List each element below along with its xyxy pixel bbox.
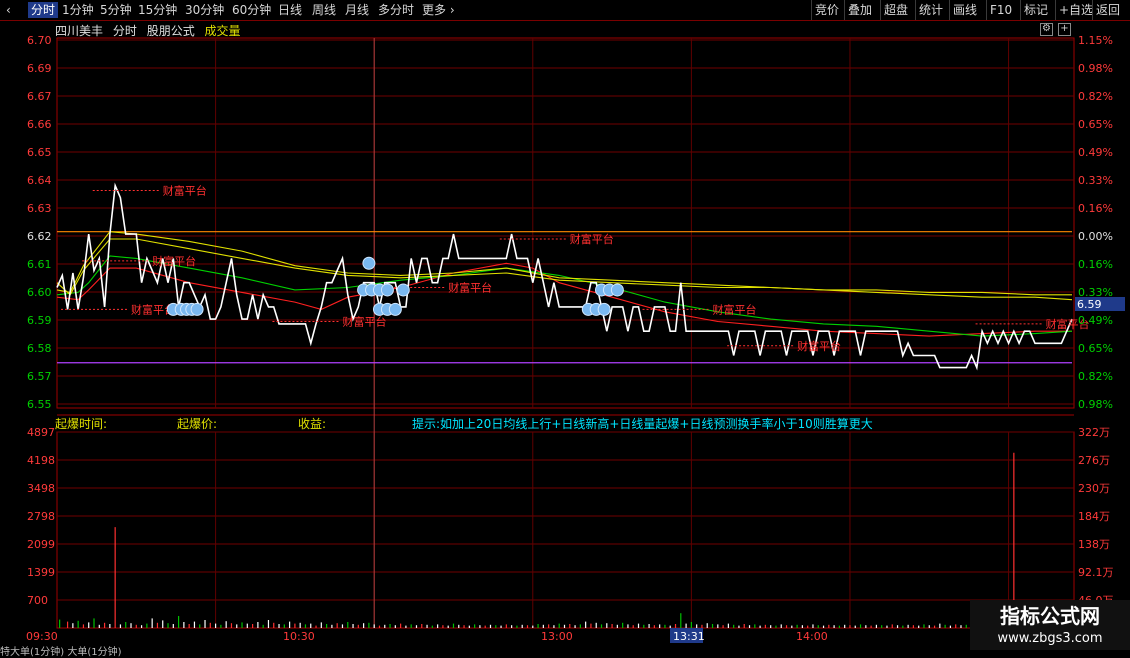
current-price-label: 6.59 bbox=[1077, 298, 1102, 311]
price-tick-right: 1.15% bbox=[1078, 34, 1113, 47]
price-tick-right: 0.16% bbox=[1078, 202, 1113, 215]
bottom-legend: 特大单(1分钟) 大单(1分钟) bbox=[0, 647, 122, 658]
watermark-url: www.zbgs3.com bbox=[997, 631, 1103, 646]
price-tick-right: 0.82% bbox=[1078, 90, 1113, 103]
price-tick-left: 6.65 bbox=[27, 146, 52, 159]
time-tick: 14:00 bbox=[796, 630, 828, 643]
volume-tick-right: 322万 bbox=[1078, 426, 1110, 439]
series-ma_a bbox=[56, 231, 1073, 301]
volume-tick-right: 276万 bbox=[1078, 454, 1110, 467]
price-tick-right: 0.00% bbox=[1078, 230, 1113, 243]
volume-tick-right: 92.1万 bbox=[1078, 566, 1114, 579]
volume-tick-left: 2099 bbox=[27, 538, 55, 551]
platform-label: 财富平台 bbox=[152, 254, 196, 268]
signal-marker bbox=[190, 302, 204, 316]
volume-tick-right: 184万 bbox=[1078, 510, 1110, 523]
trigger-price-label: 起爆价: bbox=[177, 417, 217, 431]
price-tick-right: 0.49% bbox=[1078, 146, 1113, 159]
platform-label: 财富平台 bbox=[570, 232, 614, 246]
platform-label: 财富平台 bbox=[163, 183, 207, 197]
time-tick: 13:00 bbox=[541, 630, 573, 643]
price-tick-left: 6.63 bbox=[27, 202, 52, 215]
volume-tick-left: 1399 bbox=[27, 566, 55, 579]
price-panel-frame bbox=[56, 37, 1075, 409]
series-ma_green bbox=[56, 255, 1073, 337]
signal-marker bbox=[388, 302, 402, 316]
price-tick-left: 6.67 bbox=[27, 90, 52, 103]
price-tick-left: 6.69 bbox=[27, 62, 52, 75]
price-tick-right: 0.16% bbox=[1078, 258, 1113, 271]
platform-label: 财富平台 bbox=[448, 281, 492, 295]
platform-label: 财富平台 bbox=[797, 339, 841, 353]
volume-tick-right: 138万 bbox=[1078, 538, 1110, 551]
price-tick-right: 0.98% bbox=[1078, 62, 1113, 75]
signal-marker bbox=[396, 283, 410, 297]
series-group bbox=[56, 182, 1073, 371]
price-tick-left: 6.64 bbox=[27, 174, 52, 187]
price-tick-left: 6.66 bbox=[27, 118, 52, 131]
signal-marker bbox=[597, 302, 611, 316]
platform-label: 财富平台 bbox=[342, 314, 386, 328]
volume-tick-left: 4198 bbox=[27, 454, 55, 467]
axis-labels: 6.70 1.15% 6.69 0.98% 6.67 0.82% 6.66 0.65% 6.65… bbox=[26, 34, 1114, 643]
volume-tick-right: 230万 bbox=[1078, 482, 1110, 495]
price-tick-left: 6.59 bbox=[27, 314, 52, 327]
volume-tick-left: 2798 bbox=[27, 510, 55, 523]
profit-label: 收益: bbox=[298, 417, 326, 431]
price-tick-right: 0.65% bbox=[1078, 342, 1113, 355]
cursor-time-label: 13:31 bbox=[673, 630, 705, 643]
price-tick-left: 6.61 bbox=[27, 258, 52, 271]
price-tick-right: 0.98% bbox=[1078, 398, 1113, 411]
time-tick: 10:30 bbox=[283, 630, 315, 643]
price-tick-left: 6.55 bbox=[27, 398, 52, 411]
volume-tick-left: 3498 bbox=[27, 482, 55, 495]
volume-bars bbox=[59, 452, 1026, 628]
site-watermark: 指标公式网 www.zbgs3.com bbox=[970, 600, 1130, 650]
platform-label: 财富平台 bbox=[713, 302, 757, 316]
watermark-title: 指标公式网 bbox=[1000, 604, 1100, 628]
tip-text: 提示:如加上20日均线上行+日线新高+日线量起爆+日线预测换手率小于10则胜算更… bbox=[412, 416, 873, 431]
price-tick-left: 6.57 bbox=[27, 370, 52, 383]
price-tick-right: 0.33% bbox=[1078, 174, 1113, 187]
series-ma_red bbox=[56, 262, 1072, 337]
price-tick-right: 0.65% bbox=[1078, 118, 1113, 131]
price-tick-right: 0.82% bbox=[1078, 370, 1113, 383]
volume-tick-left: 4897 bbox=[27, 426, 55, 439]
volume-panel-frame bbox=[56, 431, 1075, 629]
grid bbox=[56, 37, 1075, 629]
price-tick-left: 6.60 bbox=[27, 286, 52, 299]
trigger-time-label: 起爆时间: bbox=[55, 417, 107, 431]
time-tick: 09:30 bbox=[26, 630, 58, 643]
signal-marker bbox=[362, 256, 376, 270]
volume-tick-left: 700 bbox=[27, 594, 48, 607]
intraday-chart: 财富平台财富平台财富平台财富平台财富平台财富平台财富平台财富平台财富平台 6.7… bbox=[26, 34, 1125, 643]
price-tick-left: 6.58 bbox=[27, 342, 52, 355]
price-tick-left: 6.62 bbox=[27, 230, 52, 243]
price-tick-left: 6.70 bbox=[27, 34, 52, 47]
price-tick-right: 0.49% bbox=[1078, 314, 1113, 327]
signal-marker bbox=[610, 283, 624, 297]
signal-marker bbox=[380, 283, 394, 297]
